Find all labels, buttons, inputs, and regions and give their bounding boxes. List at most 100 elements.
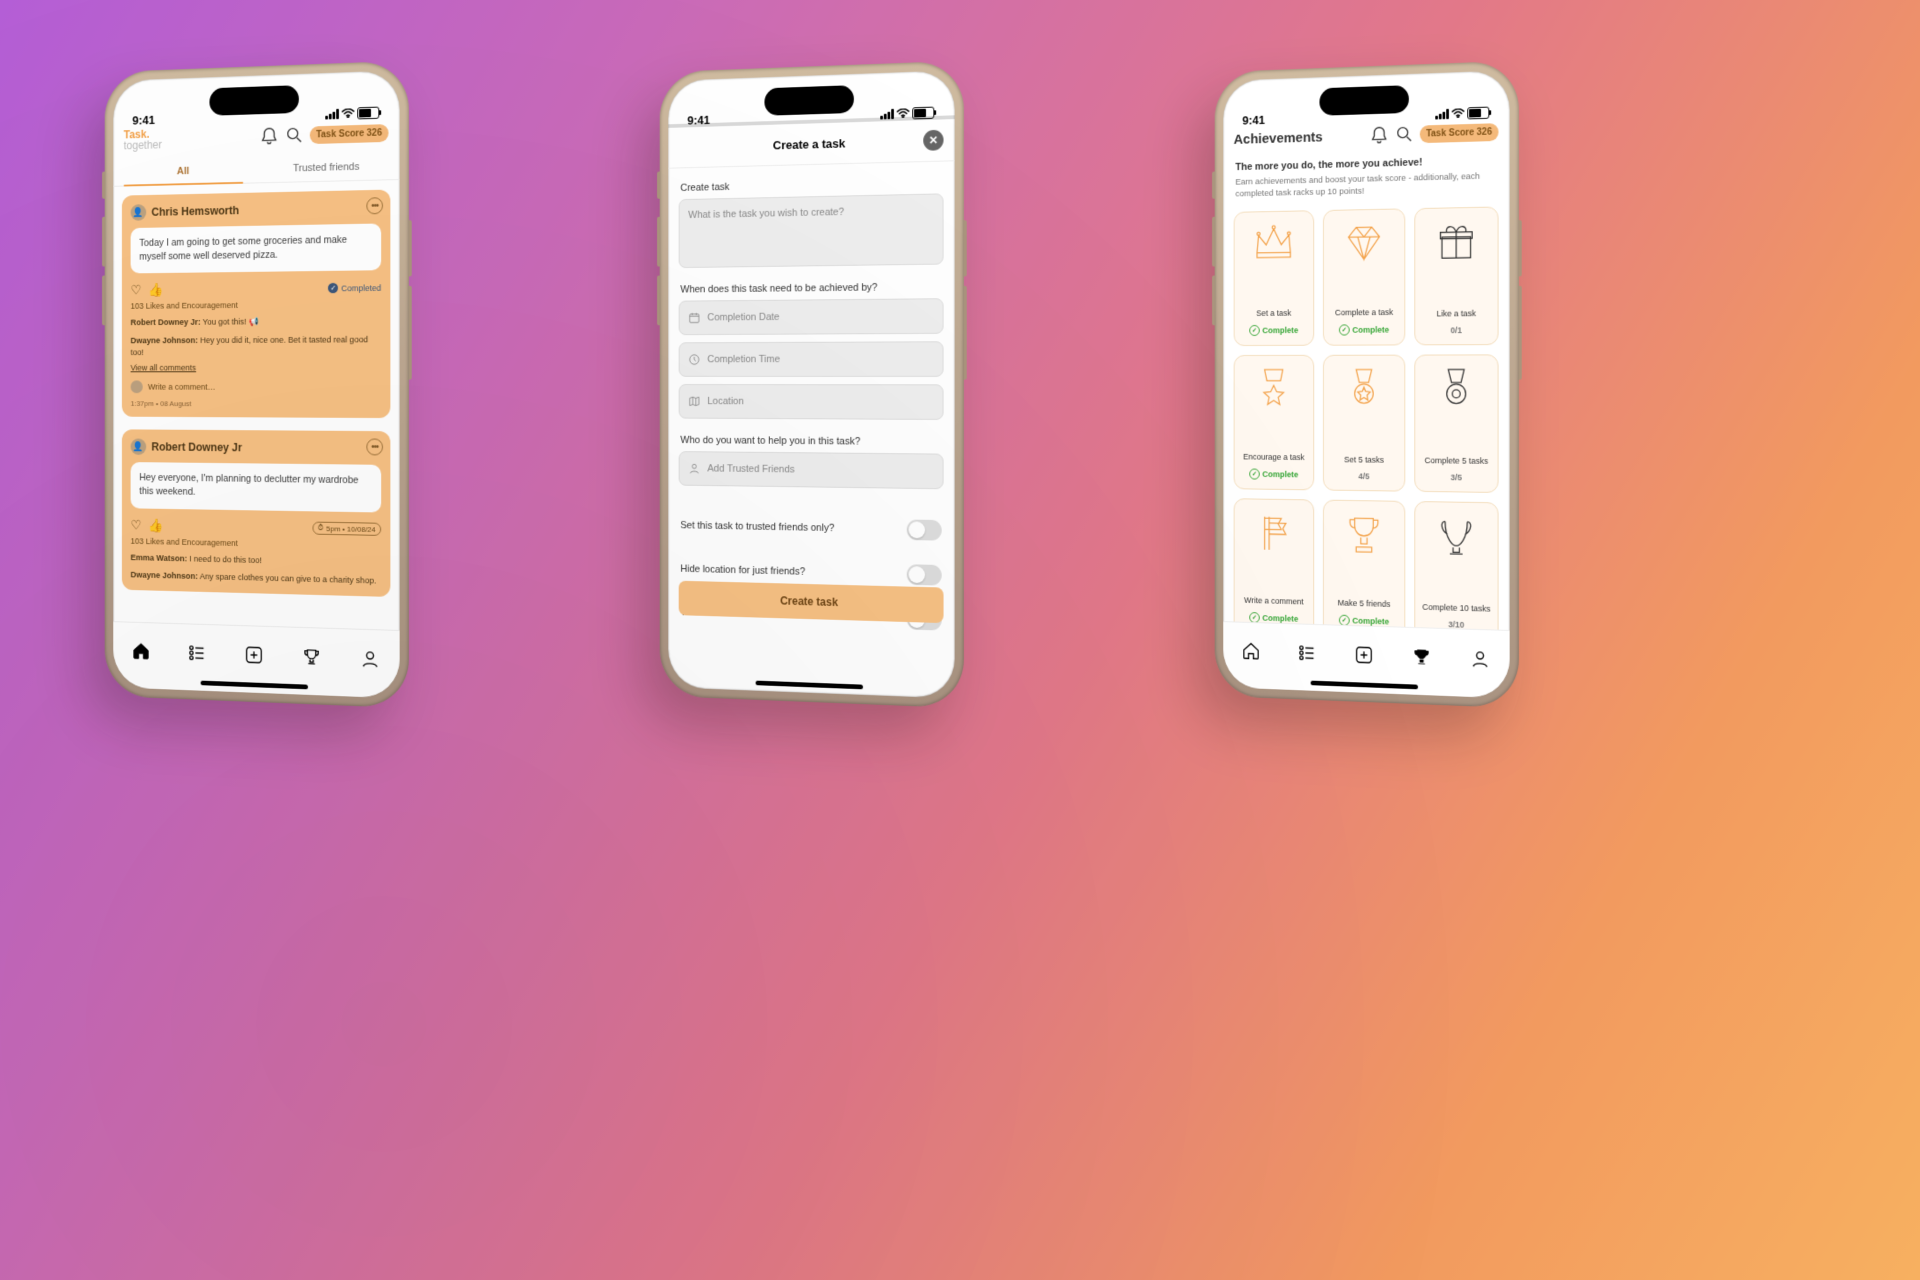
status-bar: 9:41 [1223,70,1509,142]
medal-icon [1415,364,1497,413]
toggle-switch[interactable] [907,519,942,540]
status-complete: ✓Complete [1249,324,1298,335]
close-icon[interactable]: ✕ [923,130,943,151]
battery-icon [912,106,934,119]
battery-icon [357,106,379,119]
tab-trusted[interactable]: Trusted friends [254,153,400,183]
view-all-comments-link[interactable]: View all comments [131,363,196,372]
task-score-badge[interactable]: Task Score 326 [1420,123,1499,143]
section-label: Create task [680,177,941,194]
medal-icon [1324,364,1405,412]
nav-tasks-icon[interactable] [1297,643,1316,664]
completion-time-input[interactable]: Completion Time [679,341,944,377]
status-complete: ✓Complete [1249,468,1298,480]
sheet-title: Create a task [773,136,845,152]
trophy-icon [1324,509,1405,558]
completion-date-input[interactable]: Completion Date [679,298,944,335]
cellular-icon [325,108,339,119]
achievement-card[interactable]: Write a comment ✓Complete [1234,498,1314,635]
due-time-badge: ⏱ 5pm • 10/08/24 [312,522,381,536]
toggle-switch[interactable] [907,564,942,585]
star-medal-icon [1235,365,1314,413]
wifi-icon [1452,108,1465,119]
achievement-card[interactable]: Like a task 0/1 [1414,206,1498,345]
task-score-badge[interactable]: Task Score 326 [310,124,389,144]
nav-tasks-icon[interactable] [187,643,206,664]
post-timestamp: 1:37pm • 08 August [131,400,382,409]
feed-post: ••• 👤Robert Downey Jr Hey everyone, I'm … [122,430,390,597]
write-comment-input[interactable]: Write a comment… [131,381,382,394]
post-body: Hey everyone, I'm planning to declutter … [131,462,382,512]
tab-all[interactable]: All [113,157,254,186]
achievement-card[interactable]: Make 5 friends ✓Complete [1323,499,1405,637]
crown-icon [1235,220,1314,269]
avatar: 👤 [131,204,147,221]
nav-create-icon[interactable] [1354,645,1374,666]
status-progress: 3/10 [1448,619,1464,629]
status-bar: 9:41 [113,70,399,142]
task-name-input[interactable]: What is the task you wish to create? [679,193,944,268]
nav-create-icon[interactable] [244,645,264,666]
add-friends-input[interactable]: Add Trusted Friends [679,451,944,489]
likes-count: 103 Likes and Encouragement [131,300,382,311]
status-complete: ✓Complete [1249,612,1298,624]
bottom-nav [1223,621,1509,698]
notifications-icon[interactable] [259,126,279,147]
achievements-heading: The more you do, the more you achieve! [1223,151,1509,175]
sheet-title-bar: Create a task ✕ [668,119,954,169]
post-author: Chris Hemsworth [151,204,239,219]
avatar-mini [131,381,143,394]
comment: Emma Watson: I need to do this too! [131,552,382,569]
like-icon[interactable]: ♡ [131,517,142,533]
toggle-hide-location[interactable]: Hide location for just friends? [679,547,944,598]
brand-logo: Task. together [124,128,162,151]
achievement-card[interactable]: Complete 5 tasks 3/5 [1414,354,1498,493]
likes-count: 103 Likes and Encouragement [131,536,382,550]
comment: Dwayne Johnson: Hey you did it, nice one… [131,334,382,358]
completed-badge: ✓Completed [328,283,381,294]
achievement-card[interactable]: Set 5 tasks 4/5 [1323,354,1405,491]
feed-post: ••• 👤 Chris Hemsworth Today I am going to… [122,190,390,419]
post-more-icon[interactable]: ••• [366,439,383,456]
home-indicator [201,681,308,690]
nav-profile-icon[interactable] [360,648,380,669]
toggle-switch[interactable] [907,609,942,631]
status-progress: 3/5 [1450,472,1461,481]
flag-icon [1235,508,1314,557]
encourage-icon[interactable]: 👍 [148,517,163,533]
achievements-grid: Set a task ✓Complete Complete a task ✓Co… [1223,206,1509,640]
create-task-button[interactable]: Create task [679,581,944,623]
nav-home-icon[interactable] [131,641,150,662]
location-input[interactable]: Location [679,384,944,420]
status-progress: 0/1 [1450,325,1461,334]
search-icon[interactable] [1394,124,1414,145]
achievement-card[interactable]: Complete 10 tasks 3/10 [1414,501,1498,641]
nav-home-icon[interactable] [1241,641,1260,662]
feed-tabs: All Trusted friends [113,153,399,187]
post-body: Today I am going to get some groceries a… [131,223,382,273]
encourage-icon[interactable]: 👍 [148,282,163,298]
status-indicators [325,106,379,120]
notifications-icon[interactable] [1369,125,1389,146]
search-icon[interactable] [284,125,304,146]
status-complete: ✓Complete [1339,614,1389,627]
like-icon[interactable]: ♡ [131,283,142,299]
status-bar: 9:41 [668,70,954,142]
nav-trophy-icon[interactable] [302,646,322,667]
achievement-card[interactable]: Encourage a task ✓Complete [1234,354,1314,489]
nav-trophy-icon[interactable] [1412,646,1432,667]
toggle-comments-off[interactable]: Turn comments off for this task? [679,591,944,641]
home-indicator [756,681,863,690]
post-more-icon[interactable]: ••• [366,197,383,214]
cellular-icon [1435,108,1449,119]
bottom-nav [113,621,399,698]
achievements-subtext: Earn achievements and boost your task sc… [1223,168,1509,212]
toggle-trusted-only[interactable]: Set this task to trusted friends only? [679,504,944,553]
app-header: Task. together Task Score 326 [113,115,399,155]
achievement-card[interactable]: Complete a task ✓Complete [1323,208,1405,345]
nav-profile-icon[interactable] [1470,648,1490,669]
status-progress: 4/5 [1358,471,1369,480]
diamond-icon [1324,218,1405,267]
achievement-card[interactable]: Set a task ✓Complete [1234,210,1314,346]
comment: Dwayne Johnson: Any spare clothes you ca… [131,569,382,587]
